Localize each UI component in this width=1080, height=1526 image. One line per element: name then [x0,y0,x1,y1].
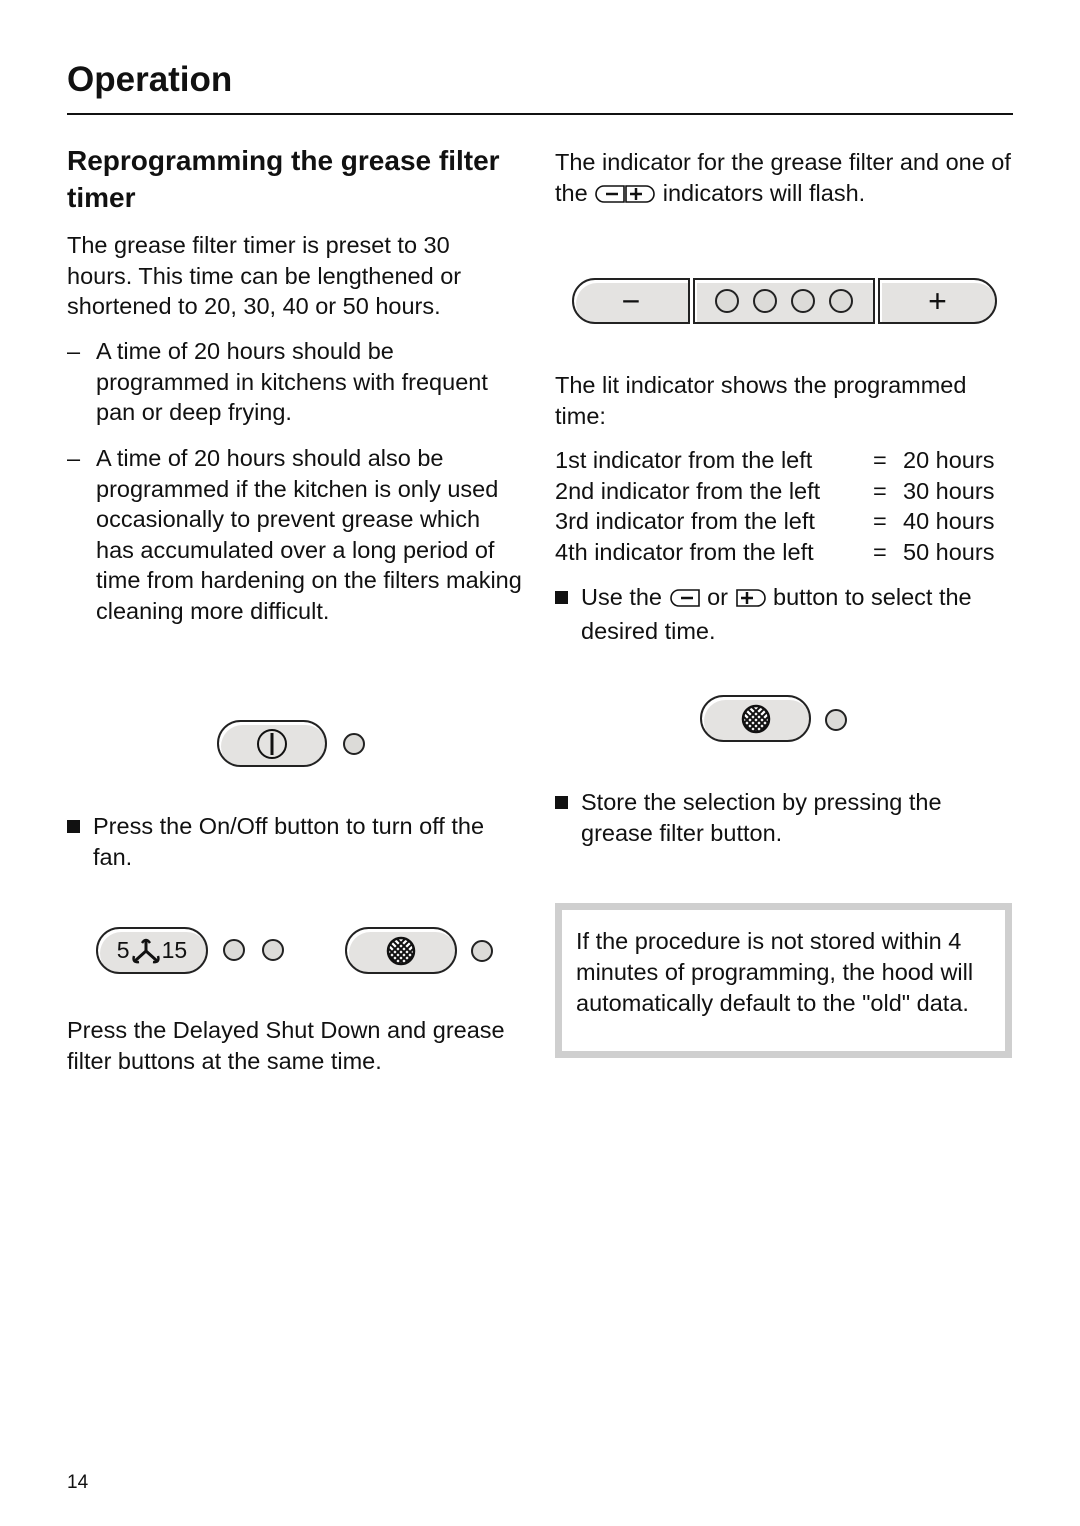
mapping-row: 2nd indicator from the left = 30 hours [555,476,1007,507]
subsection-heading: Reprogramming the grease filter timer [67,145,500,213]
step-store: Store the selection by pressing the grea… [555,787,1015,848]
bullet-square-icon [67,820,80,833]
plus-icon: + [928,282,947,319]
delayed-shutdown-button[interactable]: 5 15 [96,927,208,974]
power-icon [257,728,287,759]
indicator-mapping-table: 1st indicator from the left = 20 hours 2… [555,445,1007,568]
step-turn-off-fan: Press the On/Off button to turn off the … [67,811,527,872]
grease-filter-button-store[interactable] [700,695,811,742]
mapping-label: 2nd indicator from the left [555,477,821,504]
mapping-label: 3rd indicator from the left [555,508,815,535]
mapping-value: 30 hours [903,477,995,504]
use-text-a: Use the [581,584,662,610]
delay-indicator-led-1 [223,939,245,961]
flash-text-b: indicators will flash. [662,179,866,206]
mapping-eq: = [873,477,887,504]
step-text: Use the or button to select the desired … [581,582,1015,646]
mapping-row: 1st indicator from the left = 20 hours [555,445,1007,476]
dash-item: – A time of 20 hours should also be prog… [67,443,522,626]
mapping-value: 20 hours [903,447,995,473]
mapping-label: 1st indicator from the left [555,447,813,473]
grease-filter-button[interactable] [345,927,457,974]
mapping-row: 4th indicator from the left = 50 hours [555,537,1007,568]
time-selector-panel: − + [572,278,997,324]
grease-filter-icon [741,704,770,733]
dash-marker: – [67,445,81,471]
dash-item-text: A time of 20 hours should also be progra… [96,445,522,624]
time-indicator-led-1 [715,289,739,313]
step-text: Store the selection by pressing the grea… [581,789,942,846]
mapping-eq: = [873,508,887,535]
note-box: If the procedure is not stored within 4 … [555,903,1012,1058]
page-number: 14 [67,1472,89,1493]
grease-filter-icon [386,936,416,965]
delay-indicator-led-2 [262,939,284,961]
intro-paragraph: The grease filter timer is preset to 30 … [67,232,462,319]
step-text: Press the On/Off button to turn off the … [93,813,485,870]
on-off-indicator-led [343,733,365,755]
minus-inline-icon [669,585,701,616]
lit-indicator-intro: The lit indicator shows the programmed t… [555,372,967,429]
grease-filter-indicator-led [825,709,847,731]
time-indicator-led-4 [829,289,853,313]
use-text-or: or [707,584,728,610]
mapping-value: 40 hours [903,508,995,535]
time-indicator-led-3 [791,289,815,313]
bullet-square-icon [555,796,568,809]
plus-inline-icon [735,585,767,616]
delay-right-number: 15 [161,937,188,963]
mapping-eq: = [873,447,887,473]
mapping-row: 3rd indicator from the left = 40 hours [555,506,1007,537]
flash-description: The indicator for the grease filter and … [555,147,1015,211]
time-indicator-led-2 [753,289,777,313]
dash-marker: – [67,338,81,364]
grease-filter-indicator-led [471,940,493,962]
minus-button[interactable]: − [572,278,690,324]
minus-icon: − [621,282,641,319]
dash-item: – A time of 20 hours should be programme… [67,336,522,428]
dash-item-text: A time of 20 hours should be programmed … [96,338,488,425]
step-select-time: Use the or button to select the desired … [555,582,1015,646]
bullet-square-icon [555,591,568,604]
note-text: If the procedure is not stored within 4 … [576,928,974,1016]
header-divider [67,113,1013,115]
on-off-button[interactable] [217,720,327,767]
plus-button[interactable]: + [878,278,997,324]
time-indicator-strip [693,278,875,324]
delay-left-number: 5 [116,937,130,963]
step-press-both: Press the Delayed Shut Down and grease f… [67,1017,505,1074]
mapping-eq: = [873,539,887,566]
section-title: Operation [67,60,233,99]
mapping-label: 4th indicator from the left [555,539,814,566]
fan-icon [131,938,160,963]
mapping-value: 50 hours [903,539,995,566]
minus-plus-inline-icon [594,181,656,212]
